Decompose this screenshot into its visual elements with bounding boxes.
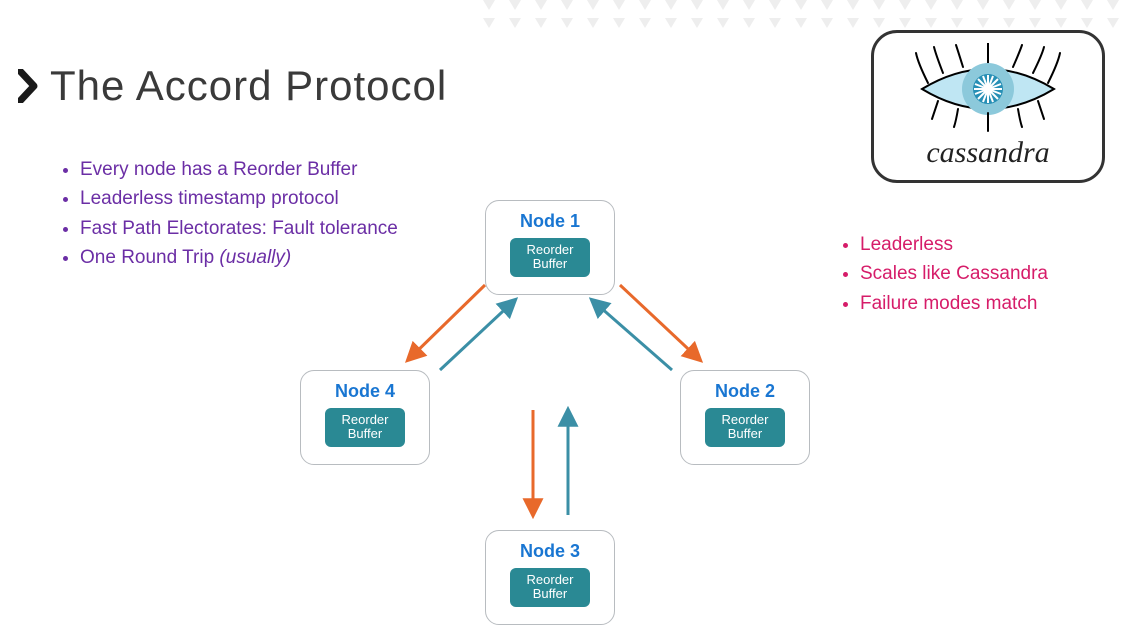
node-title: Node 3: [520, 541, 580, 562]
chevron-right-icon: [18, 69, 40, 103]
triangle-row: [477, 0, 1127, 10]
node-diagram: Node 1 Reorder Buffer Node 2 Reorder Buf…: [300, 200, 820, 630]
cassandra-logo-box: cassandra: [871, 30, 1105, 183]
node-3: Node 3 Reorder Buffer: [485, 530, 615, 625]
bullet-item: Scales like Cassandra: [860, 259, 1048, 288]
bullet-item: Leaderless: [860, 230, 1048, 259]
triangle-row: [477, 18, 1127, 28]
page-title-wrap: The Accord Protocol: [18, 62, 447, 110]
node-1: Node 1 Reorder Buffer: [485, 200, 615, 295]
node-title: Node 2: [715, 381, 775, 402]
reorder-buffer-badge: Reorder Buffer: [325, 408, 405, 447]
reorder-buffer-badge: Reorder Buffer: [705, 408, 785, 447]
node-2: Node 2 Reorder Buffer: [680, 370, 810, 465]
reorder-buffer-badge: Reorder Buffer: [510, 238, 590, 277]
eye-icon: [908, 43, 1068, 138]
right-bullet-list: Leaderless Scales like Cassandra Failure…: [860, 230, 1048, 318]
bullet-item: Failure modes match: [860, 289, 1048, 318]
node-title: Node 1: [520, 211, 580, 232]
page-title: The Accord Protocol: [50, 62, 447, 110]
bullet-emphasis: (usually): [219, 247, 291, 268]
node-4: Node 4 Reorder Buffer: [300, 370, 430, 465]
node-title: Node 4: [335, 381, 395, 402]
logo-label: cassandra: [926, 136, 1049, 170]
reorder-buffer-badge: Reorder Buffer: [510, 568, 590, 607]
bullet-item: Every node has a Reorder Buffer: [80, 155, 398, 184]
